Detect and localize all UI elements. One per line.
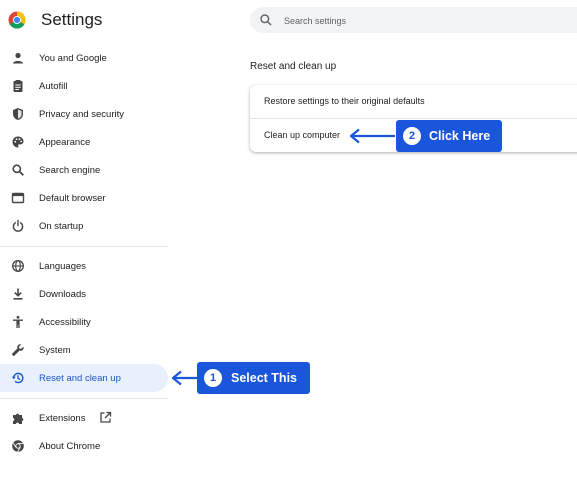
sidebar-item-label: About Chrome xyxy=(39,441,101,452)
sidebar-item-extensions[interactable]: Extensions xyxy=(0,404,168,432)
sidebar-item-on-startup[interactable]: On startup xyxy=(0,212,168,240)
row-label: Restore settings to their original defau… xyxy=(264,96,425,106)
sidebar-item-appearance[interactable]: Appearance xyxy=(0,128,168,156)
sidebar-item-label: Languages xyxy=(39,261,87,272)
search-bar[interactable] xyxy=(250,7,577,35)
open-in-new-icon xyxy=(100,411,112,423)
sidebar-item-label: Downloads xyxy=(39,289,86,300)
sidebar-item-search-engine[interactable]: Search engine xyxy=(0,156,168,184)
section-title: Reset and clean up xyxy=(250,61,337,72)
sidebar-item-languages[interactable]: Languages xyxy=(0,252,168,280)
sidebar-item-label: Reset and clean up xyxy=(39,373,121,384)
power-icon xyxy=(12,219,24,232)
chrome-logo-icon xyxy=(8,11,26,29)
annotation-number: 2 xyxy=(403,127,421,145)
shield-icon xyxy=(13,108,23,120)
sidebar-item-label: Appearance xyxy=(39,137,91,148)
history-icon xyxy=(11,372,24,384)
sidebar-item-label: On startup xyxy=(39,221,84,232)
sidebar-item-label: Search engine xyxy=(39,165,101,176)
search-icon xyxy=(260,14,272,26)
sidebar-divider xyxy=(0,398,168,399)
sidebar-item-label: Accessibility xyxy=(39,317,91,328)
puzzle-icon xyxy=(13,413,24,424)
search-input[interactable] xyxy=(282,7,576,35)
sidebar-item-default-browser[interactable]: Default browser xyxy=(0,184,168,212)
row-label: Clean up computer xyxy=(264,130,341,140)
palette-icon xyxy=(12,136,24,148)
sidebar-item-label: Default browser xyxy=(39,193,106,204)
page-title: Settings xyxy=(41,10,103,29)
sidebar-divider xyxy=(0,246,168,247)
annotation-text: Select This xyxy=(231,371,297,385)
arrow-left-icon xyxy=(171,370,197,386)
browser-window-icon xyxy=(11,192,25,204)
globe-icon xyxy=(12,260,24,272)
sidebar-item-autofill[interactable]: Autofill xyxy=(0,72,168,100)
arrow-left-icon xyxy=(349,128,395,144)
sidebar-item-label: Autofill xyxy=(39,81,68,92)
sidebar-item-label: Extensions xyxy=(39,413,86,424)
sidebar-item-about-chrome[interactable]: About Chrome xyxy=(0,432,168,460)
download-icon xyxy=(13,288,23,300)
sidebar-item-label: You and Google xyxy=(39,53,107,64)
sidebar-item-system[interactable]: System xyxy=(0,336,168,364)
sidebar-item-you-and-google[interactable]: You and Google xyxy=(0,44,168,72)
clipboard-icon xyxy=(13,80,23,92)
sidebar-item-privacy-and-security[interactable]: Privacy and security xyxy=(0,100,168,128)
wrench-icon xyxy=(12,344,24,356)
sidebar-item-reset-and-clean-up[interactable]: Reset and clean up xyxy=(0,364,168,392)
accessibility-icon xyxy=(13,315,23,328)
annotation-text: Click Here xyxy=(429,129,491,143)
restore-defaults-row[interactable]: Restore settings to their original defau… xyxy=(250,85,577,118)
search-icon xyxy=(12,164,24,176)
chrome-icon xyxy=(12,440,24,453)
sidebar-item-label: System xyxy=(39,345,71,356)
annotation-click-here: 2 Click Here xyxy=(396,120,502,152)
person-icon xyxy=(13,52,23,64)
sidebar-item-label: Privacy and security xyxy=(39,109,125,120)
annotation-select-this: 1 Select This xyxy=(197,362,310,394)
sidebar-item-accessibility[interactable]: Accessibility xyxy=(0,308,168,336)
annotation-number: 1 xyxy=(204,369,222,387)
sidebar-item-downloads[interactable]: Downloads xyxy=(0,280,168,308)
